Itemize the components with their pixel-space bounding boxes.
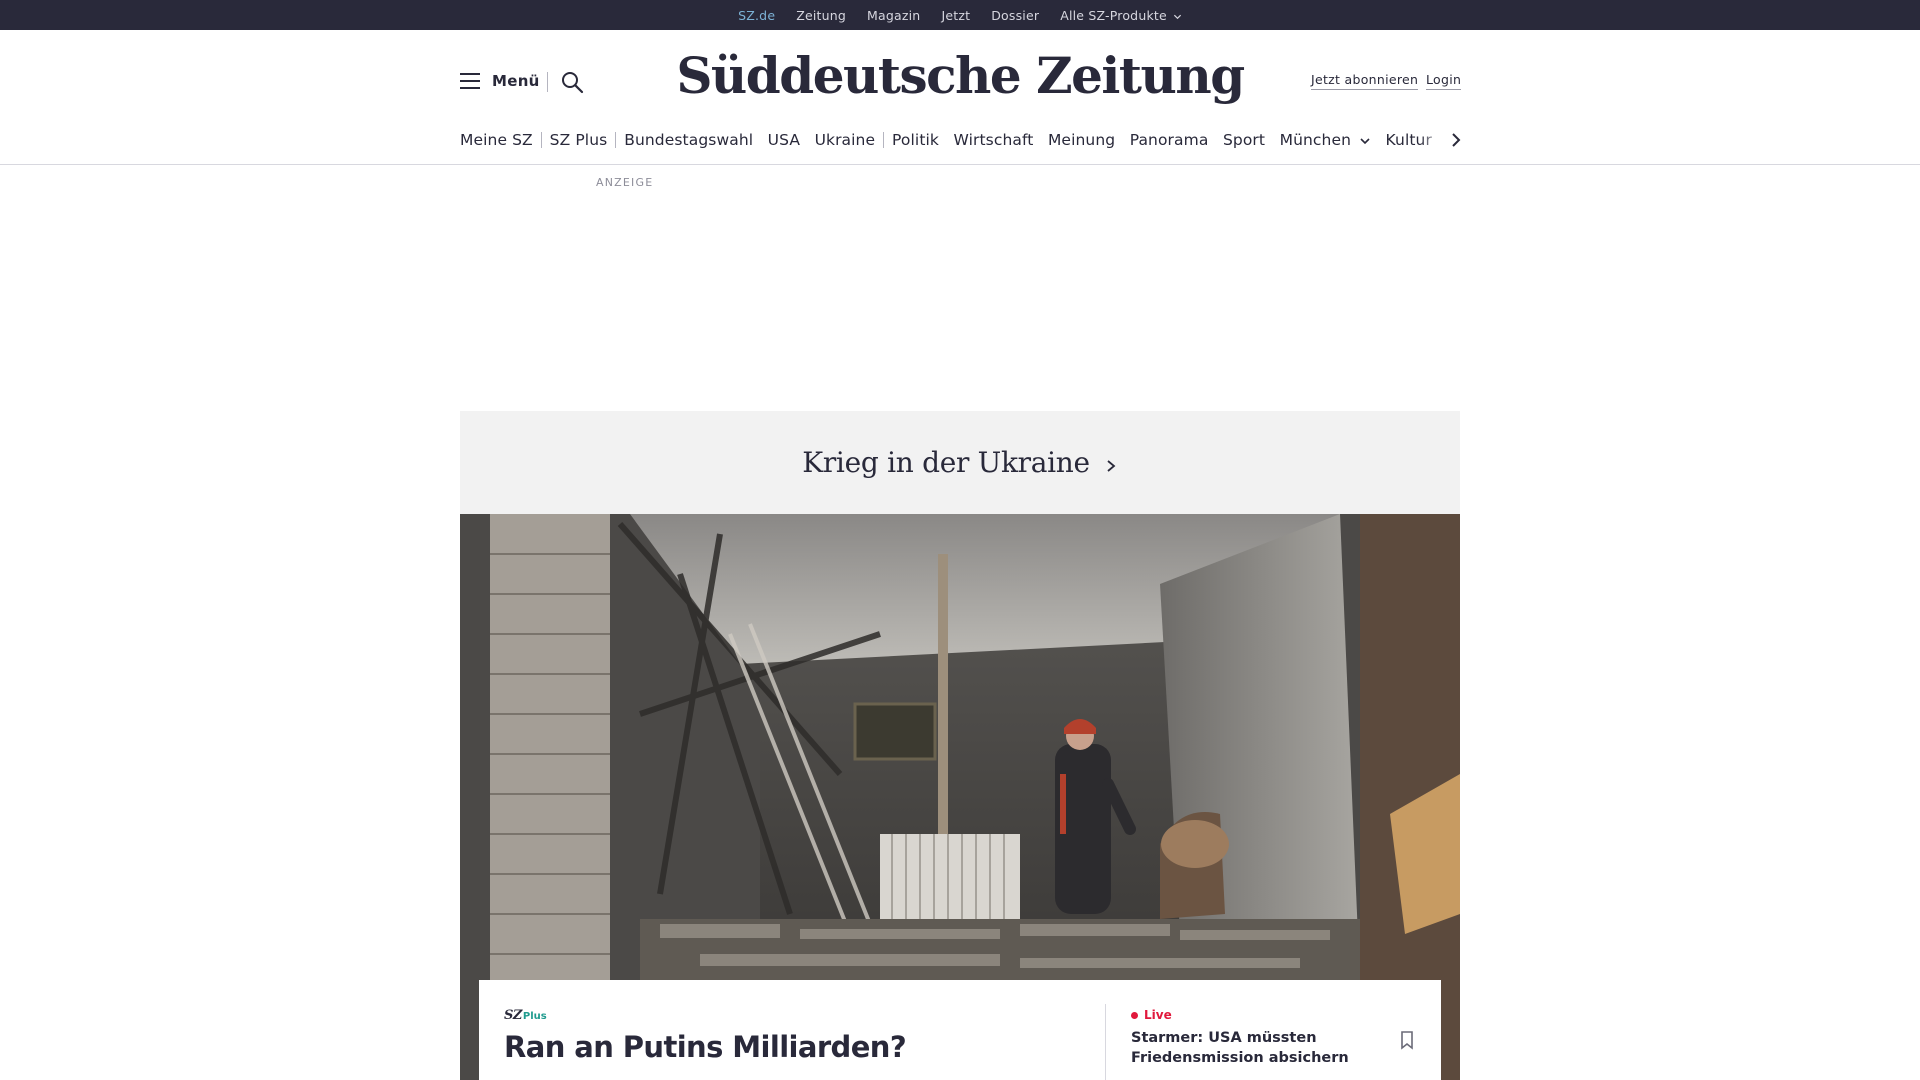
live-badge: Live (1131, 1008, 1172, 1022)
ad-label: ANZEIGE (596, 176, 654, 189)
product-bar: SZ.de Zeitung Magazin Jetzt Dossier Alle… (0, 0, 1920, 36)
product-link-all-products-label: Alle SZ-Produkte (1060, 7, 1167, 23)
ressort-bundestagswahl[interactable]: Bundestagswahl (624, 131, 753, 149)
product-link-jetzt[interactable]: Jetzt (941, 8, 970, 23)
product-link-zeitung[interactable]: Zeitung (796, 8, 846, 23)
logo[interactable]: Süddeutsche Zeitung (0, 46, 1920, 105)
subscribe-link[interactable]: Jetzt abonnieren (1311, 72, 1419, 90)
ressort-meinung[interactable]: Meinung (1048, 131, 1115, 149)
ressort-navigation: Meine SZ SZ Plus Bundestagswahl USA Ukra… (460, 128, 1460, 152)
ressort-muenchen[interactable]: München (1280, 131, 1371, 149)
ressort-divider (540, 132, 542, 148)
chevron-right-icon (1107, 459, 1116, 472)
product-links: SZ.de Zeitung Magazin Jetzt Dossier Alle… (0, 0, 1920, 36)
sz-plus-brand: SZ (504, 1008, 522, 1023)
live-label: Live (1144, 1008, 1172, 1022)
topic-title: Krieg in der Ukraine (802, 446, 1090, 479)
bookmark-icon[interactable] (1399, 1030, 1415, 1050)
ressort-panorama[interactable]: Panorama (1130, 131, 1209, 149)
ressort-wirtschaft[interactable]: Wirtschaft (954, 131, 1034, 149)
chevron-right-icon[interactable] (1448, 130, 1464, 150)
product-link-all-products[interactable]: Alle SZ-Produkte (1060, 8, 1182, 23)
product-link-dossier[interactable]: Dossier (991, 8, 1039, 23)
sz-plus-label: Plus (522, 1011, 547, 1022)
ressort-divider (615, 132, 617, 148)
product-link-magazin[interactable]: Magazin (867, 8, 920, 23)
live-headline[interactable]: Starmer: USA müssten Friedensmission abs… (1131, 1028, 1371, 1068)
ressort-meine-sz[interactable]: Meine SZ (460, 131, 533, 149)
chevron-down-icon (1173, 14, 1181, 19)
ressort-politik[interactable]: Politik (892, 131, 939, 149)
product-link-szde[interactable]: SZ.de (738, 8, 775, 36)
chevron-down-icon (1360, 137, 1370, 144)
ressort-usa[interactable]: USA (768, 131, 800, 149)
login-link[interactable]: Login (1426, 72, 1462, 90)
masthead: Menü Süddeutsche Zeitung Jetzt abonniere… (0, 30, 1920, 165)
teaser-headline[interactable]: Ran an Putins Milliarden? (504, 1030, 907, 1064)
ressort-muenchen-label: München (1279, 131, 1352, 149)
teaser-divider (1105, 1004, 1106, 1080)
ressort-sz-plus[interactable]: SZ Plus (550, 131, 608, 149)
ressort-sport[interactable]: Sport (1223, 131, 1265, 149)
topic-banner[interactable]: Krieg in der Ukraine (460, 411, 1460, 514)
ressort-divider (883, 132, 885, 148)
live-dot-icon (1131, 1011, 1138, 1019)
sz-plus-badge: SZPlus (504, 1008, 547, 1023)
ressort-ukraine[interactable]: Ukraine (815, 131, 876, 149)
teaser-card: SZPlus Ran an Putins Milliarden? Live St… (479, 980, 1441, 1080)
